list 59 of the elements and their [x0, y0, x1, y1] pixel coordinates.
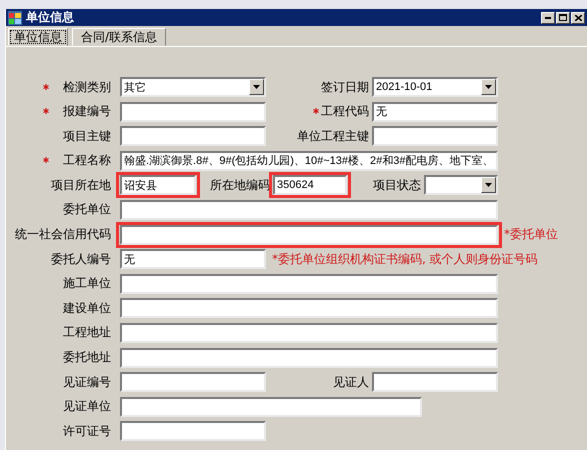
input-field[interactable]: 无 [372, 102, 498, 122]
field-label: 项目主键 [63, 128, 111, 143]
caret-icon [253, 85, 260, 89]
tab[interactable]: 合同/联系信息 [72, 28, 166, 46]
field-label: 工程地址 [63, 325, 111, 340]
field-label: 项目所在地 [51, 178, 111, 192]
input-field[interactable]: 诏安县 [120, 175, 196, 196]
dropdown-field[interactable]: 其它 [120, 77, 266, 97]
close-icon [574, 14, 582, 20]
input-field[interactable] [120, 224, 498, 245]
dropdown-field[interactable] [424, 175, 498, 196]
dropdown-button[interactable] [249, 79, 264, 95]
field-label: 单位工程主键 [297, 128, 369, 143]
tab[interactable]: 单位信息 [8, 28, 68, 46]
field-label: 见证人 [333, 374, 369, 389]
caret-icon [485, 183, 492, 188]
close-button[interactable] [571, 12, 585, 24]
window-title: 单位信息 [26, 9, 75, 26]
maximize-button[interactable] [556, 12, 570, 24]
input-field[interactable] [120, 396, 422, 417]
field-label: 见证编号 [63, 374, 111, 389]
minimize-button[interactable] [541, 12, 555, 24]
input-field[interactable] [120, 200, 498, 220]
hint-text: *委托单位 [504, 226, 558, 244]
input-field[interactable] [120, 322, 498, 343]
input-field[interactable] [120, 372, 266, 392]
field-label: 建设单位 [63, 300, 111, 315]
field-label: 委托地址 [63, 350, 111, 364]
field-label: 见证单位 [63, 399, 111, 414]
field-label: 施工单位 [63, 276, 111, 290]
field-label: 项目状态 [373, 178, 421, 192]
input-field[interactable] [120, 421, 266, 442]
field-label: 工程名称 [63, 153, 111, 168]
field-label: 工程代码 [321, 104, 369, 118]
input-field[interactable] [120, 102, 266, 122]
dropdown-button[interactable] [481, 79, 496, 95]
input-field[interactable] [372, 126, 498, 146]
field-label: 许可证号 [63, 424, 111, 438]
caret-icon [485, 85, 492, 89]
field-label: 委托人编号 [51, 252, 111, 266]
field-label: 统一社会信用代码 [15, 227, 111, 242]
input-field[interactable]: 无 [120, 249, 266, 270]
app-icon [8, 10, 22, 24]
maximize-icon [559, 14, 567, 21]
input-field[interactable] [120, 298, 498, 318]
input-field[interactable] [120, 348, 498, 368]
input-field[interactable] [120, 126, 266, 146]
input-field[interactable]: 翰盛.湖滨御景.8#、9#(包括幼儿园)、10#~13#楼、2#和3#配电房、地下室、 [120, 150, 498, 171]
minimize-icon [545, 16, 551, 18]
field-label: 委托单位 [63, 202, 111, 216]
hint-text: *委托单位组织机构证书编码, 或个人则身份证号码 [272, 250, 538, 268]
field-label: 报建编号 [63, 104, 111, 118]
input-field[interactable] [120, 274, 498, 294]
dropdown-field[interactable]: 2021-10-01 [372, 77, 498, 97]
field-label: 签订日期 [321, 80, 369, 94]
input-field[interactable]: 350624 [273, 175, 347, 196]
input-field[interactable] [372, 372, 498, 392]
dropdown-button[interactable] [481, 177, 496, 194]
field-label: 检测类别 [63, 80, 111, 94]
